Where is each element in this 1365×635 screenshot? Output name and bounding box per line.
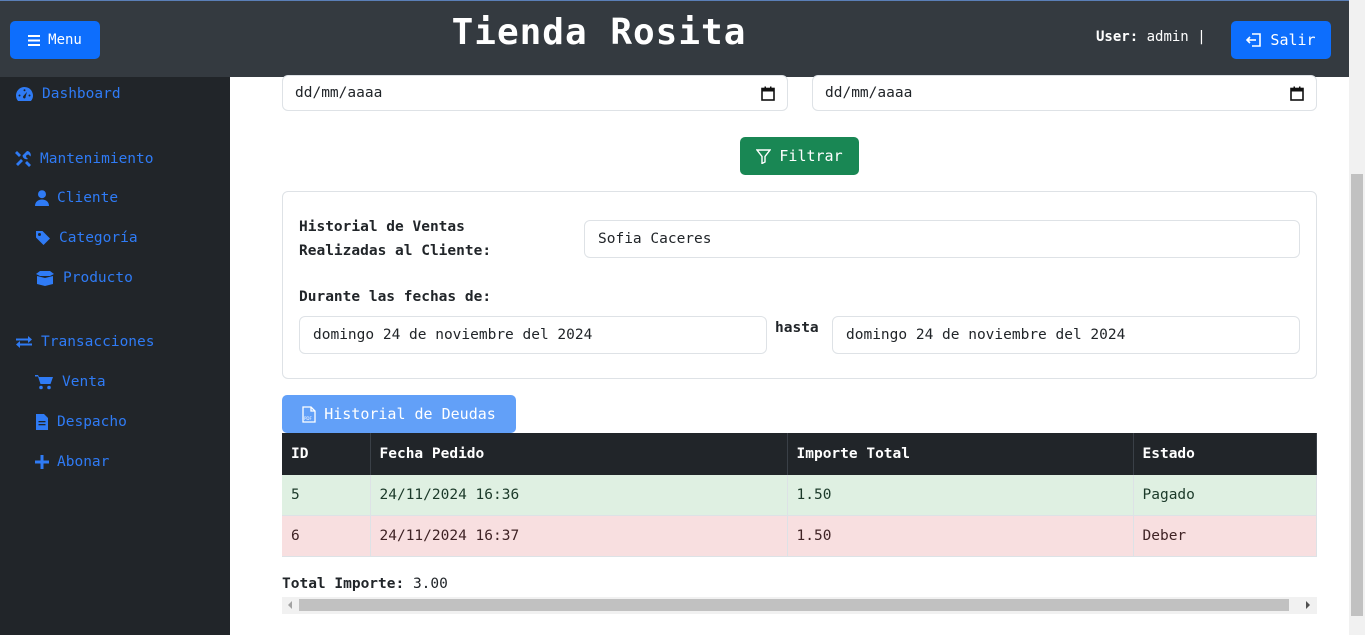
- column-header-importe: Importe Total: [787, 433, 1134, 475]
- cell-fecha: 24/11/2024 16:36: [370, 475, 788, 516]
- file-icon: [36, 414, 48, 430]
- boxes-icon: [36, 271, 54, 286]
- user-label: User:: [1096, 29, 1139, 45]
- client-name-field: Sofia Caceres: [584, 220, 1300, 258]
- cell-importe: 1.50: [787, 475, 1134, 516]
- user-info: User: admin |: [1096, 29, 1206, 45]
- debt-history-button-label: Historial de Deudas: [324, 405, 496, 423]
- sidebar-item-despacho[interactable]: Despacho: [35, 414, 127, 430]
- filter-icon: [756, 148, 772, 164]
- sidebar: Dashboard Mantenimiento Cliente Categorí…: [0, 77, 230, 635]
- date-to-input[interactable]: dd/mm/aaaa: [812, 75, 1317, 111]
- cart-icon: [35, 375, 53, 390]
- date-from-placeholder: dd/mm/aaaa: [295, 85, 383, 101]
- sales-history-card: Historial de Ventas Realizadas al Client…: [282, 191, 1317, 379]
- sidebar-item-label: Cliente: [57, 190, 119, 206]
- table-row: 6 24/11/2024 16:37 1.50 Deber: [282, 515, 1317, 557]
- dates-label: Durante las fechas de:: [299, 289, 492, 305]
- sidebar-item-label: Dashboard: [42, 86, 121, 102]
- cell-id: 5: [282, 475, 371, 516]
- sidebar-item-label: Producto: [63, 270, 133, 286]
- sidebar-item-categoria[interactable]: Categoría: [35, 230, 138, 246]
- sidebar-item-label: Despacho: [57, 414, 127, 430]
- sidebar-item-cliente[interactable]: Cliente: [35, 190, 118, 206]
- sidebar-item-transacciones[interactable]: Transacciones: [15, 334, 155, 350]
- sidebar-item-abonar[interactable]: Abonar: [35, 454, 109, 470]
- total-label: Total Importe:: [282, 576, 405, 592]
- table-row: 5 24/11/2024 16:36 1.50 Pagado: [282, 475, 1317, 516]
- svg-text:PDF: PDF: [304, 416, 312, 421]
- calendar-icon[interactable]: [1290, 86, 1304, 101]
- date-start-field: domingo 24 de noviembre del 2024: [299, 316, 767, 354]
- sidebar-item-venta[interactable]: Venta: [35, 374, 106, 390]
- history-label: Historial de Ventas Realizadas al Client…: [299, 215, 491, 263]
- total-value: 3.00: [412, 576, 448, 592]
- sidebar-item-label: Categoría: [59, 230, 138, 246]
- user-icon: [35, 190, 49, 206]
- sidebar-item-producto[interactable]: Producto: [35, 270, 133, 286]
- horizontal-scrollbar[interactable]: [282, 597, 1317, 614]
- filter-button[interactable]: Filtrar: [740, 137, 859, 175]
- sidebar-item-label: Venta: [62, 374, 106, 390]
- table-header-row: ID Fecha Pedido Importe Total Estado: [282, 433, 1317, 475]
- debt-history-button[interactable]: PDF Historial de Deudas: [282, 395, 516, 433]
- cell-fecha: 24/11/2024 16:37: [370, 515, 788, 557]
- sidebar-item-label: Abonar: [57, 454, 110, 470]
- tools-icon: [15, 151, 31, 167]
- until-label: hasta: [775, 320, 819, 336]
- user-name: admin: [1146, 29, 1189, 45]
- horizontal-scroll-thumb[interactable]: [299, 599, 1289, 611]
- history-label-line1: Historial de Ventas: [299, 219, 465, 235]
- sign-out-icon: [1246, 33, 1262, 47]
- sidebar-item-label: Mantenimiento: [40, 150, 154, 167]
- date-to-placeholder: dd/mm/aaaa: [825, 85, 913, 101]
- cell-importe: 1.50: [787, 515, 1134, 557]
- total-amount: Total Importe: 3.00: [282, 576, 448, 592]
- column-header-fecha: Fecha Pedido: [370, 433, 788, 475]
- date-end-field: domingo 24 de noviembre del 2024: [832, 316, 1300, 354]
- cell-estado: Pagado: [1133, 475, 1317, 516]
- filter-button-label: Filtrar: [779, 147, 843, 165]
- top-navbar: Menu Tienda Rosita User: admin | Salir: [0, 0, 1349, 77]
- calendar-icon[interactable]: [761, 86, 775, 101]
- column-header-id: ID: [282, 433, 371, 475]
- tag-icon: [36, 231, 50, 245]
- history-label-line2: Realizadas al Cliente:: [299, 243, 492, 259]
- sidebar-item-label: Transacciones: [41, 334, 155, 350]
- user-separator: |: [1197, 29, 1206, 45]
- vertical-scroll-thumb[interactable]: [1351, 174, 1363, 616]
- scroll-right-arrow-icon[interactable]: [1306, 601, 1310, 609]
- cell-id: 6: [282, 515, 371, 557]
- column-header-estado: Estado: [1133, 433, 1317, 475]
- app-title: Tienda Rosita: [451, 12, 747, 53]
- exchange-icon: [16, 336, 32, 348]
- scroll-left-arrow-icon[interactable]: [288, 601, 292, 609]
- vertical-scrollbar[interactable]: [1349, 0, 1365, 635]
- plus-icon: [35, 455, 49, 469]
- logout-button-label: Salir: [1270, 31, 1316, 49]
- date-from-input[interactable]: dd/mm/aaaa: [282, 75, 788, 111]
- sidebar-item-dashboard[interactable]: Dashboard: [15, 86, 121, 102]
- sales-table: ID Fecha Pedido Importe Total Estado 5 2…: [282, 433, 1317, 557]
- dashboard-icon: [16, 87, 33, 101]
- sidebar-item-mantenimiento[interactable]: Mantenimiento: [15, 150, 154, 167]
- cell-estado: Deber: [1133, 515, 1317, 557]
- file-pdf-icon: PDF: [302, 405, 316, 423]
- logout-button[interactable]: Salir: [1231, 21, 1331, 59]
